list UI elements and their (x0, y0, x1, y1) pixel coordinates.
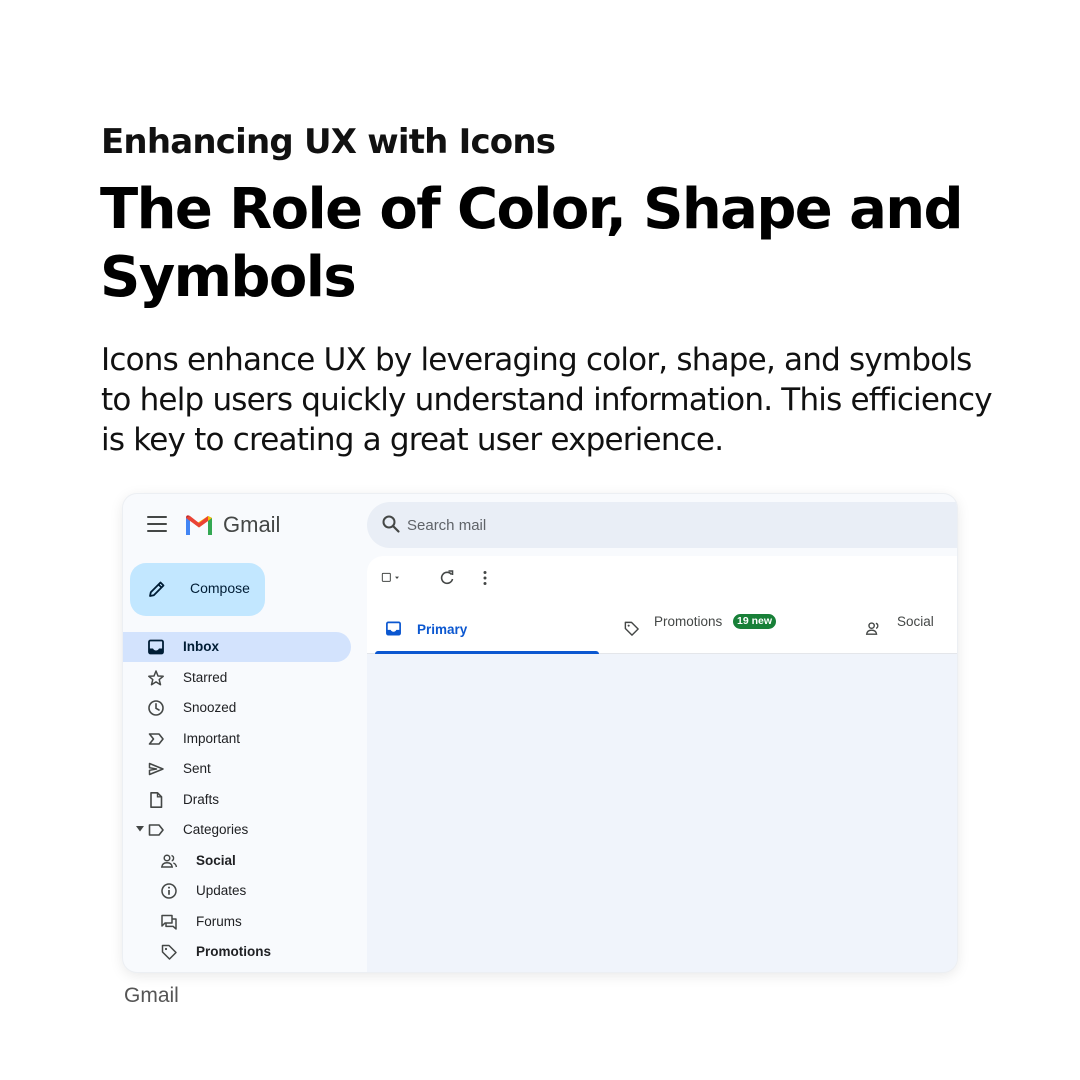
tag-icon (161, 944, 177, 960)
sidebar-item-sent[interactable]: Sent (123, 754, 351, 784)
eyebrow-heading: Enhancing UX with Icons (101, 122, 556, 162)
inbox-icon (148, 639, 164, 655)
star-icon (148, 670, 164, 686)
forum-icon (161, 914, 177, 930)
tab-active-indicator (375, 651, 599, 654)
important-icon (148, 733, 164, 745)
gmail-logo-icon (186, 515, 212, 535)
sidebar-item-starred[interactable]: Starred (123, 663, 351, 693)
checkbox-icon[interactable] (381, 568, 401, 588)
sidebar-item-snoozed[interactable]: Snoozed (123, 693, 351, 723)
sidebar-item-label: Categories (183, 822, 249, 837)
sidebar-item-promotions[interactable]: Promotions (123, 937, 351, 967)
tab-promotions[interactable]: Promotions 19 new (613, 604, 837, 654)
sidebar-item-forums[interactable]: Forums (123, 907, 351, 937)
new-count-badge: 19 new (733, 614, 777, 629)
draft-icon (150, 792, 163, 808)
sidebar-item-label: Snoozed (183, 700, 237, 715)
search-bar[interactable] (367, 502, 957, 548)
inbox-icon (386, 621, 401, 636)
sidebar-item-label: Social (196, 853, 236, 868)
caret-down-icon[interactable] (136, 826, 144, 832)
sidebar-item-social[interactable]: Social (123, 846, 351, 876)
sidebar-item-label: Updates (196, 883, 247, 898)
tab-primary[interactable]: Primary (375, 604, 599, 654)
tag-icon (624, 621, 639, 636)
search-input[interactable] (407, 502, 947, 548)
body-paragraph: Icons enhance UX by leveraging color, sh… (101, 342, 993, 458)
mail-list-panel: Primary Promotions 19 new Social (367, 556, 957, 972)
headline: The Role of Color, Shape and Symbols (100, 177, 964, 310)
sidebar-item-inbox[interactable]: Inbox (123, 632, 351, 662)
mail-toolbar: Primary Promotions 19 new Social (367, 556, 957, 654)
gmail-wordmark: Gmail (223, 512, 281, 537)
sidebar-item-categories[interactable]: Categories (123, 815, 351, 845)
sidebar-item-label: Inbox (183, 639, 219, 654)
sidebar-item-drafts[interactable]: Drafts (123, 785, 351, 815)
sidebar-item-label: Drafts (183, 792, 220, 807)
sidebar-item-important[interactable]: Important (123, 724, 351, 754)
sidebar-item-label: Important (183, 731, 241, 746)
sidebar-item-label: Starred (183, 670, 228, 685)
menu-icon[interactable] (147, 516, 167, 534)
info-icon (161, 883, 177, 899)
send-icon (148, 762, 164, 776)
tab-label: Social (897, 614, 934, 629)
tab-label: Primary (417, 622, 468, 637)
pencil-icon (149, 581, 165, 597)
image-caption: Gmail (124, 984, 179, 1007)
more-vert-icon[interactable] (475, 568, 495, 588)
tab-social[interactable]: Social (855, 604, 957, 654)
gmail-screenshot: Gmail Compose Inbox Starred (123, 494, 957, 972)
sidebar-item-updates[interactable]: Updates (123, 876, 351, 906)
sidebar-item-label: Promotions (196, 944, 272, 959)
clock-icon (148, 700, 164, 716)
search-icon[interactable] (381, 514, 401, 534)
refresh-icon[interactable] (437, 568, 457, 588)
compose-button[interactable]: Compose (130, 563, 265, 616)
compose-label: Compose (190, 580, 250, 596)
people-icon (865, 622, 879, 635)
sidebar-item-label: Sent (183, 761, 211, 776)
label-icon (148, 824, 164, 836)
tab-label: Promotions (654, 614, 723, 629)
people-icon (160, 854, 178, 868)
sidebar-item-label: Forums (196, 914, 242, 929)
